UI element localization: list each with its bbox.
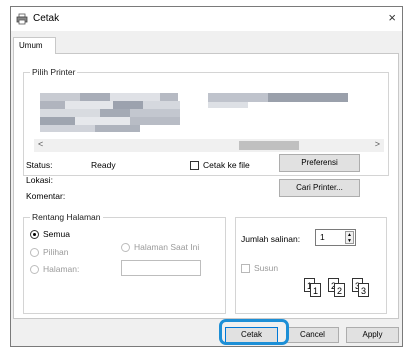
printer-icon (16, 13, 28, 25)
scroll-thumb[interactable] (239, 141, 299, 150)
print-button-highlight (219, 319, 289, 345)
printer-group-label: Pilih Printer (30, 67, 78, 77)
location-label: Lokasi: (26, 175, 53, 185)
print-dialog: Cetak × Umum Pilih Printer < > Status: R… (10, 6, 403, 347)
cancel-button[interactable]: Cancel (286, 327, 339, 343)
pages-radio[interactable] (30, 265, 39, 274)
collate-page-1-front: 1 (310, 283, 321, 297)
comment-label: Komentar: (26, 191, 66, 201)
print-to-file-checkbox[interactable] (190, 161, 199, 170)
selection-label: Pilihan (43, 247, 69, 257)
scroll-left-icon[interactable]: < (38, 139, 43, 149)
horizontal-scrollbar[interactable]: < > (34, 139, 384, 152)
status-label: Status: (26, 160, 53, 170)
title-bar: Cetak × (11, 7, 402, 31)
window-title: Cetak (33, 13, 60, 24)
pages-input[interactable] (121, 260, 201, 276)
collate-label: Susun (254, 263, 279, 273)
current-page-radio[interactable] (121, 243, 130, 252)
collate-page-3-front: 3 (358, 283, 369, 297)
tab-panel: Pilih Printer < > Status: Ready Lokasi: … (13, 53, 399, 319)
scroll-right-icon[interactable]: > (375, 139, 380, 149)
printer-list[interactable] (38, 91, 378, 135)
copies-label: Jumlah salinan: (241, 234, 301, 244)
find-printer-button[interactable]: Cari Printer... (279, 179, 360, 197)
preferences-button[interactable]: Preferensi (279, 154, 360, 172)
all-pages-radio[interactable] (30, 230, 39, 239)
copies-value: 1 (320, 232, 325, 242)
print-to-file-label: Cetak ke file (203, 160, 250, 170)
status-value: Ready (91, 160, 116, 170)
pages-label: Halaman: (43, 264, 80, 274)
tab-umum[interactable]: Umum (13, 37, 56, 54)
copies-stepper[interactable]: ▲ ▼ (345, 231, 354, 244)
current-page-label: Halaman Saat Ini (134, 242, 200, 252)
collate-page-2-front: 2 (334, 283, 345, 297)
close-icon[interactable]: × (388, 10, 396, 25)
all-pages-label: Semua (43, 229, 70, 239)
collate-checkbox[interactable] (241, 264, 250, 273)
selection-radio[interactable] (30, 248, 39, 257)
copies-input[interactable]: 1 ▲ ▼ (315, 229, 356, 246)
apply-button[interactable]: Apply (346, 327, 399, 343)
page-range-label: Rentang Halaman (30, 212, 103, 222)
